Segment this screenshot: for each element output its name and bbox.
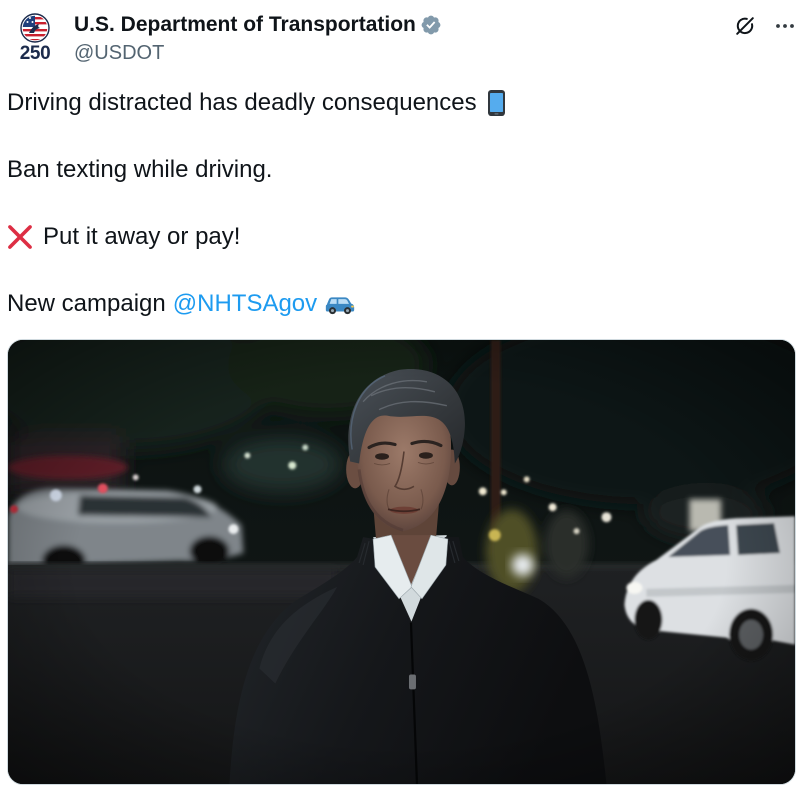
avatar-caption: 250 bbox=[19, 43, 51, 64]
america-250-seal-icon bbox=[20, 13, 50, 43]
author-name[interactable]: U.S. Department of Transportation bbox=[74, 12, 416, 38]
post-text-line-4: New campaign @NHTSAgov bbox=[7, 287, 355, 321]
post-text-line-3: Put it away or pay! bbox=[7, 220, 240, 254]
post-text-line-2: Ban texting while driving. bbox=[7, 153, 272, 187]
author-handle[interactable]: @USDOT bbox=[74, 40, 164, 66]
mobile-phone-icon bbox=[487, 89, 506, 117]
verified-badge-icon bbox=[420, 14, 442, 36]
video-still-frame bbox=[8, 340, 795, 784]
suv-car-icon bbox=[325, 293, 355, 315]
post-text-line-1: Driving distracted has deadly consequenc… bbox=[7, 86, 506, 120]
cross-mark-icon bbox=[7, 224, 33, 250]
more-icon[interactable] bbox=[774, 15, 796, 37]
author-name-row: U.S. Department of Transportation bbox=[74, 12, 442, 38]
grok-icon[interactable] bbox=[733, 14, 757, 38]
author-avatar[interactable]: 250 bbox=[14, 12, 60, 64]
post-video-media[interactable] bbox=[7, 339, 796, 785]
post-text-line-4-text: New campaign bbox=[7, 290, 166, 317]
post-text-line-2-text: Ban texting while driving. bbox=[7, 156, 273, 183]
mention-link[interactable]: @NHTSAgov bbox=[173, 287, 317, 321]
post-text-line-1-text: Driving distracted has deadly consequenc… bbox=[7, 89, 477, 116]
post-text-line-3-text: Put it away or pay! bbox=[43, 223, 241, 250]
